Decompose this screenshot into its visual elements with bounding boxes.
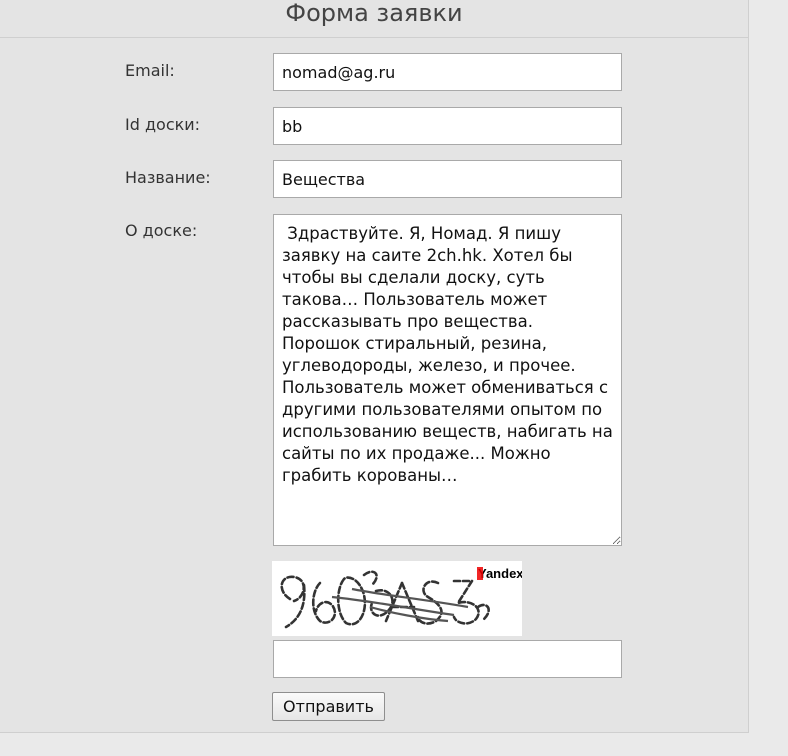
name-field[interactable] [273, 160, 622, 198]
email-field[interactable] [273, 53, 622, 91]
submit-button[interactable]: Отправить [272, 692, 385, 721]
name-label: Название: [125, 168, 211, 187]
captcha-answer-field[interactable] [273, 640, 622, 678]
captcha-brand: Yandex [478, 566, 522, 581]
board-id-field[interactable] [273, 107, 622, 145]
about-label: О доске: [125, 221, 198, 240]
about-textarea[interactable] [273, 214, 622, 546]
form-title: Форма заявки [0, 0, 748, 38]
captcha-image: Yandex [272, 561, 524, 636]
captcha-distorted-text-icon: Yandex [280, 566, 524, 629]
board-id-label: Id доски: [125, 115, 201, 134]
email-label: Email: [125, 61, 175, 80]
form-panel: Форма заявки Email: Id доски: Название: … [0, 0, 749, 733]
